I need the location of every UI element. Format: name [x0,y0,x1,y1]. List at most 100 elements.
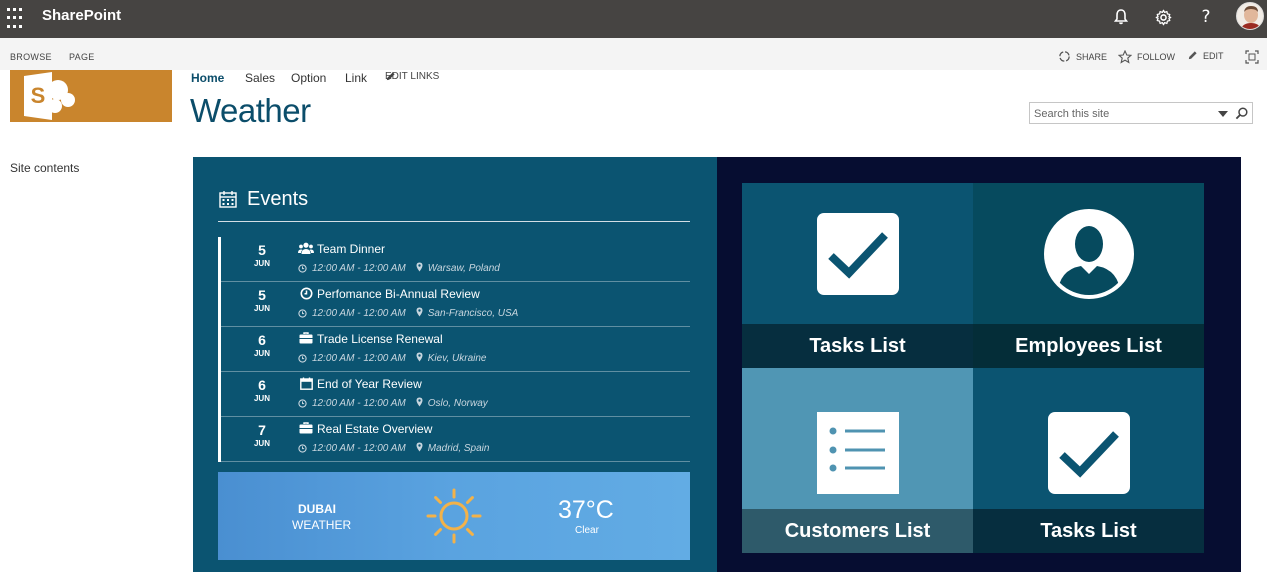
event-time: 12:00 AM - 12:00 AM [312,308,406,319]
event-location: Kiev, Ukraine [427,353,487,364]
weather-widget: DUBAI WEATHER 37°C Clear [218,472,690,560]
edit-links-label: EDIT LINKS [385,71,440,82]
calendar-icon [298,376,314,390]
event-meta: 12:00 AM - 12:00 AM Madrid, Spain [298,442,489,455]
event-item[interactable]: 5 JUN Perfomance Bi-Annual Review 12:00 AM … [218,282,690,327]
page-title: Weather [190,92,311,129]
divider [221,461,690,462]
weather-city: DUBAI [298,502,336,516]
checkmark-icon [1047,411,1130,494]
event-month: JUN [253,394,270,403]
event-title[interactable]: End of Year Review [317,377,422,391]
nav-home[interactable]: Home [191,71,224,85]
checkmark-icon [816,212,899,295]
help-icon[interactable]: ? [1195,6,1217,28]
bell-icon[interactable] [1110,6,1132,28]
edit-links-button[interactable]: EDIT LINKS [385,71,439,82]
event-month: JUN [253,349,270,358]
clock-icon [298,309,307,318]
tile-label: Employees List [973,324,1204,368]
edit-label: EDIT [1203,50,1224,61]
clock-icon [298,354,307,363]
share-icon [1059,51,1070,62]
event-item[interactable]: 7 JUN Real Estate Overview 12:00 AM - 12:00… [218,417,690,462]
event-month: JUN [253,439,270,448]
event-time: 12:00 AM - 12:00 AM [312,263,406,274]
site-logo[interactable]: S [10,70,172,122]
list-icon [816,411,899,494]
search-input[interactable] [1034,106,1214,121]
event-title[interactable]: Real Estate Overview [317,422,432,436]
nav-sales[interactable]: Sales [245,71,275,85]
map-pin-icon [416,442,423,452]
event-day: 7 [258,422,266,438]
events-panel: Events 5 JUN Team Dinner 12:00 AM - 12:00 A… [193,157,717,572]
tab-page[interactable]: PAGE [69,52,95,62]
gear-icon[interactable] [1152,6,1174,28]
search-box [1029,102,1253,124]
event-title[interactable]: Trade License Renewal [317,332,443,346]
event-month: JUN [253,259,270,268]
event-title[interactable]: Team Dinner [317,242,385,256]
tile-customers-list[interactable]: Customers List [742,368,973,553]
clock-icon [298,399,307,408]
event-meta: 12:00 AM - 12:00 AM San-Francisco, USA [298,307,518,320]
search-icon[interactable] [1235,107,1248,120]
event-day: 5 [258,242,266,258]
star-icon [1118,50,1132,64]
map-pin-icon [416,307,423,317]
event-month: JUN [253,304,270,313]
main-content: Events 5 JUN Team Dinner 12:00 AM - 12:00 A… [193,157,1241,572]
site-contents-link[interactable]: Site contents [10,161,79,175]
nav-option[interactable]: Option [291,71,326,85]
event-day: 6 [258,332,266,348]
event-location: Warsaw, Poland [427,263,500,274]
sun-icon [426,488,482,544]
pencil-icon [1188,51,1197,60]
focus-mode-icon[interactable] [1245,50,1264,64]
clock-icon [298,264,307,273]
event-item[interactable]: 5 JUN Team Dinner 12:00 AM - 12:00 AM Warsaw… [218,237,690,282]
event-title[interactable]: Perfomance Bi-Annual Review [317,287,480,301]
app-name[interactable]: SharePoint [42,7,121,24]
event-item[interactable]: 6 JUN End of Year Review 12:00 AM - 12:00 A… [218,372,690,417]
tab-browse[interactable]: BROWSE [10,52,52,62]
event-item[interactable]: 6 JUN Trade License Renewal 12:00 AM - 12:0… [218,327,690,372]
follow-button[interactable]: FOLLOW [1118,50,1175,64]
briefcase-icon [298,331,314,345]
event-day: 5 [258,287,266,303]
share-label: SHARE [1076,51,1108,62]
map-pin-icon [416,262,423,272]
ribbon: BROWSE PAGE SHARE FOLLOW EDIT [0,38,1267,70]
events-title: Events [247,188,309,210]
follow-label: FOLLOW [1137,52,1176,62]
svg-text:S: S [31,83,46,108]
suite-bar: SharePoint ? [0,0,1267,38]
tile-label: Tasks List [742,324,973,368]
tile-tasks-list[interactable]: Tasks List [742,183,973,368]
event-meta: 12:00 AM - 12:00 AM Oslo, Norway [298,397,488,410]
tile-tasks-list-2[interactable]: Tasks List [973,368,1204,553]
event-location: Madrid, Spain [427,443,490,454]
edit-button[interactable]: EDIT [1187,50,1224,61]
share-button[interactable]: SHARE [1058,50,1107,63]
event-time: 12:00 AM - 12:00 AM [312,398,406,409]
nav-link[interactable]: Link [345,71,367,85]
map-pin-icon [416,397,423,407]
event-day: 6 [258,377,266,393]
event-location: San-Francisco, USA [427,308,519,319]
person-icon [1043,208,1134,299]
weather-condition: Clear [575,525,599,536]
tile-employees-list[interactable]: Employees List [973,183,1204,368]
weather-temperature: 37°C [558,496,614,524]
event-meta: 12:00 AM - 12:00 AM Kiev, Ukraine [298,352,486,365]
briefcase-icon [298,421,314,435]
clock-icon [298,444,307,453]
weather-label: WEATHER [292,518,352,532]
avatar[interactable] [1236,2,1264,30]
group-icon [298,241,314,255]
event-time: 12:00 AM - 12:00 AM [312,443,406,454]
waffle-icon[interactable] [0,0,28,30]
chevron-down-icon[interactable] [1218,111,1228,117]
event-meta: 12:00 AM - 12:00 AM Warsaw, Poland [298,262,500,275]
